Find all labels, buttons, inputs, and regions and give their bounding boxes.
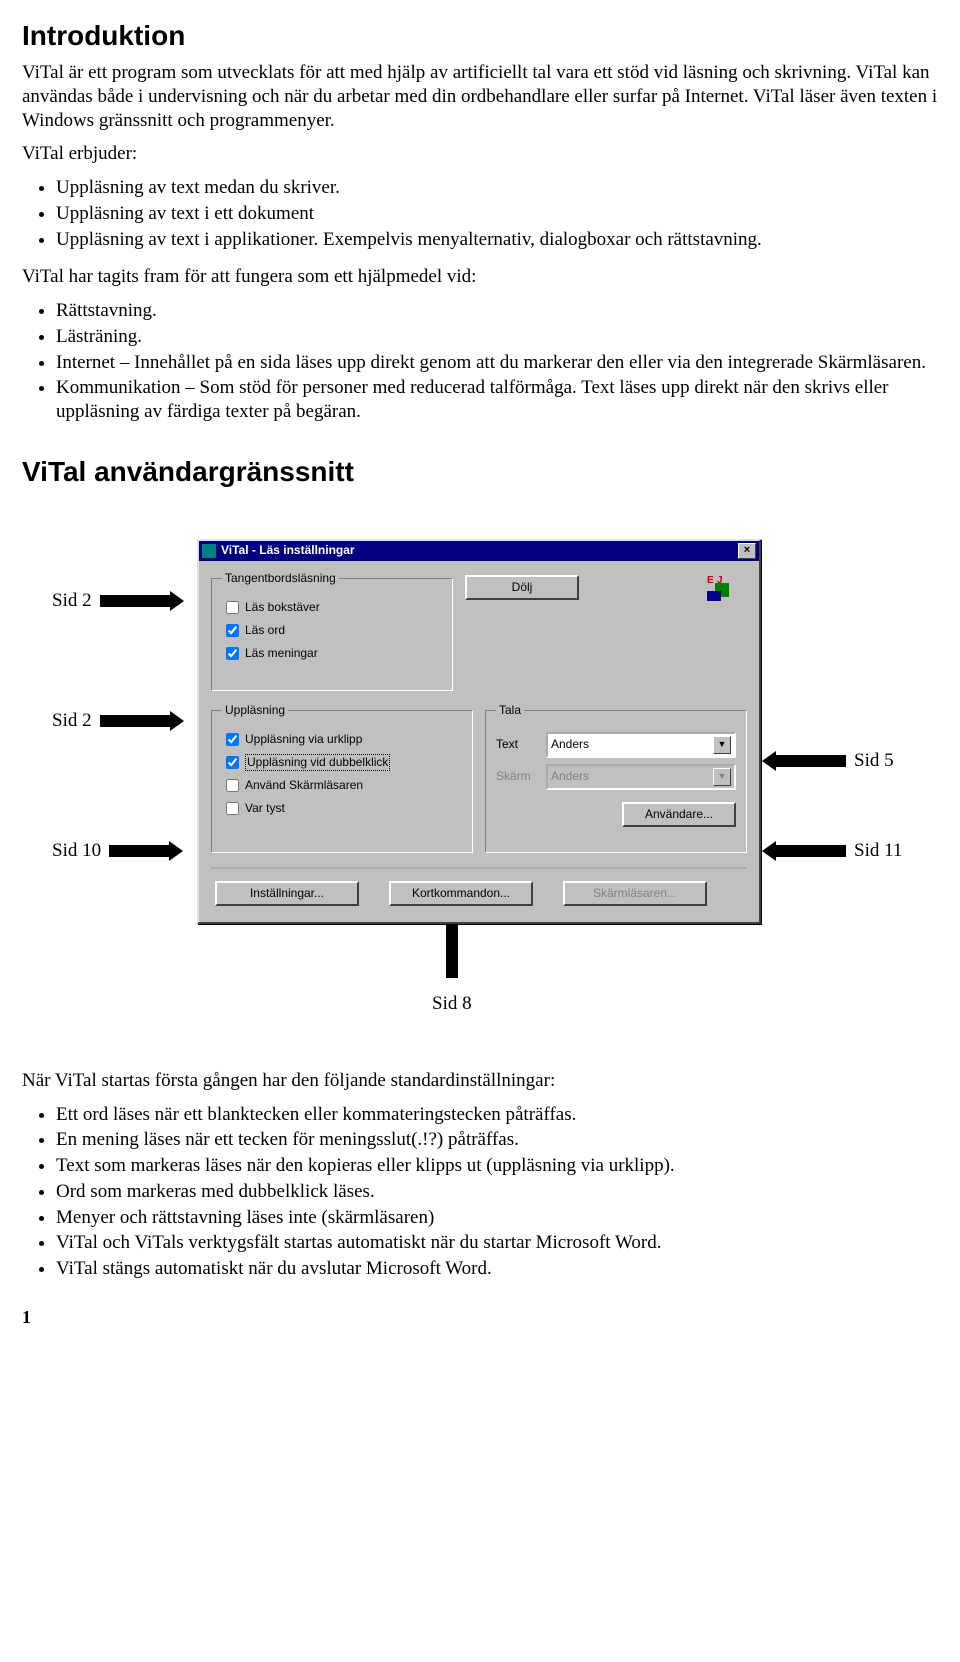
callout-label: Sid 2 [52, 709, 92, 733]
page-title: Introduktion [22, 18, 938, 53]
bottom-button-row: Inställningar... Kortkommandon... Skärml… [211, 867, 747, 910]
arrow-right-icon [170, 711, 184, 731]
hide-button[interactable]: Dölj [465, 575, 579, 600]
section-heading-ui: ViTal användargränssnitt [22, 454, 938, 489]
intro-paragraph: ViTal är ett program som utvecklats för … [22, 61, 938, 132]
screenreader-button: Skärmläsaren... [563, 881, 707, 906]
checkbox-doubleclick-reading[interactable] [226, 756, 239, 769]
checkbox-label[interactable]: Läs meningar [245, 646, 318, 661]
callout-label: Sid 11 [854, 839, 902, 863]
offers-lead: ViTal erbjuder: [22, 142, 938, 166]
app-icon [202, 544, 216, 558]
arrow-left-icon [762, 751, 776, 771]
checkbox-label[interactable]: Uppläsning via urklipp [245, 732, 362, 747]
list-item: Uppläsning av text medan du skriver. [56, 176, 938, 200]
group-legend: Tangentbordsläsning [222, 571, 339, 586]
group-speak: Tala Text Anders ▼ Skärm Anders ▼ [485, 703, 747, 853]
checkbox-label[interactable]: Var tyst [245, 801, 285, 816]
arrow-shaft [776, 845, 846, 857]
list-item: ViTal stängs automatiskt när du avslutar… [56, 1257, 938, 1281]
arrow-right-icon [170, 591, 184, 611]
group-keyboard-reading: Tangentbordsläsning Läs bokstäver Läs or… [211, 571, 453, 691]
page-number: 1 [22, 1306, 31, 1329]
arrow-shaft [100, 715, 170, 727]
callout-sid11: Sid 11 [762, 839, 902, 863]
callout-sid2a: Sid 2 [52, 589, 184, 613]
callout-label: Sid 10 [52, 839, 101, 863]
arrow-shaft [109, 845, 169, 857]
settings-dialog: ViTal - Läs inställningar × Tangentbords… [197, 539, 761, 924]
list-item: ViTal och ViTals verktygsfält startas au… [56, 1231, 938, 1255]
checkbox-use-screenreader[interactable] [226, 779, 239, 792]
list-item: Kommunikation – Som stöd för personer me… [56, 376, 938, 424]
checkbox-clipboard-reading[interactable] [226, 733, 239, 746]
list-item: En mening läses när ett tecken för menin… [56, 1128, 938, 1152]
select-value: Anders [551, 769, 589, 784]
checkbox-read-letters[interactable] [226, 601, 239, 614]
list-item: Uppläsning av text i ett dokument [56, 202, 938, 226]
callout-label: Sid 2 [52, 589, 92, 613]
callout-label: Sid 8 [432, 992, 472, 1016]
callout-label: Sid 5 [854, 749, 894, 773]
list-item: Text som markeras läses när den kopieras… [56, 1154, 938, 1178]
chevron-down-icon: ▼ [713, 768, 731, 786]
group-legend: Uppläsning [222, 703, 288, 718]
arrow-shaft [100, 595, 170, 607]
list-item: Menyer och rättstavning läses inte (skär… [56, 1206, 938, 1230]
label-text-voice: Text [496, 737, 546, 752]
arrow-shaft [776, 755, 846, 767]
list-item: Lästräning. [56, 325, 938, 349]
checkbox-label[interactable]: Använd Skärmläsaren [245, 778, 363, 793]
list-item: Ord som markeras med dubbelklick läses. [56, 1180, 938, 1204]
group-reading: Uppläsning Uppläsning via urklipp Uppläs… [211, 703, 473, 853]
callout-sid2b: Sid 2 [52, 709, 184, 733]
label-screen-voice: Skärm [496, 769, 546, 784]
defaults-list: Ett ord läses när ett blanktecken eller … [22, 1103, 938, 1281]
callout-sid10: Sid 10 [52, 839, 183, 863]
settings-button[interactable]: Inställningar... [215, 881, 359, 906]
dialog-area: Sid 2 Sid 2 Sid 10 Sid 5 Sid 11 Sid 8 Vi… [22, 509, 942, 1069]
list-item: Uppläsning av text i applikationer. Exem… [56, 228, 938, 252]
aid-lead: ViTal har tagits fram för att fungera so… [22, 265, 938, 289]
window-title: ViTal - Läs inställningar [221, 543, 355, 558]
checkbox-label[interactable]: Uppläsning vid dubbelklick [245, 754, 390, 771]
callout-sid5: Sid 5 [762, 749, 894, 773]
select-screen-voice: Anders ▼ [546, 764, 736, 790]
checkbox-be-quiet[interactable] [226, 802, 239, 815]
close-button[interactable]: × [738, 543, 756, 559]
user-button[interactable]: Användare... [622, 802, 736, 827]
select-text-voice[interactable]: Anders ▼ [546, 732, 736, 758]
list-item: Rättstavning. [56, 299, 938, 323]
group-legend: Tala [496, 703, 524, 718]
aid-list: Rättstavning. Lästräning. Internet – Inn… [22, 299, 938, 424]
checkbox-read-sentences[interactable] [226, 647, 239, 660]
checkbox-label[interactable]: Läs ord [245, 623, 285, 638]
titlebar[interactable]: ViTal - Läs inställningar × [199, 541, 759, 561]
select-value: Anders [551, 737, 589, 752]
offers-list: Uppläsning av text medan du skriver. Upp… [22, 176, 938, 251]
list-item: Internet – Innehållet på en sida läses u… [56, 351, 938, 375]
chevron-down-icon[interactable]: ▼ [713, 736, 731, 754]
checkbox-label[interactable]: Läs bokstäver [245, 600, 320, 615]
shortcuts-button[interactable]: Kortkommandon... [389, 881, 533, 906]
checkbox-read-words[interactable] [226, 624, 239, 637]
arrow-right-icon [169, 841, 183, 861]
defaults-lead: När ViTal startas första gången har den … [22, 1069, 938, 1093]
logo-icon: EJ [707, 575, 747, 605]
list-item: Ett ord läses när ett blanktecken eller … [56, 1103, 938, 1127]
arrow-left-icon [762, 841, 776, 861]
